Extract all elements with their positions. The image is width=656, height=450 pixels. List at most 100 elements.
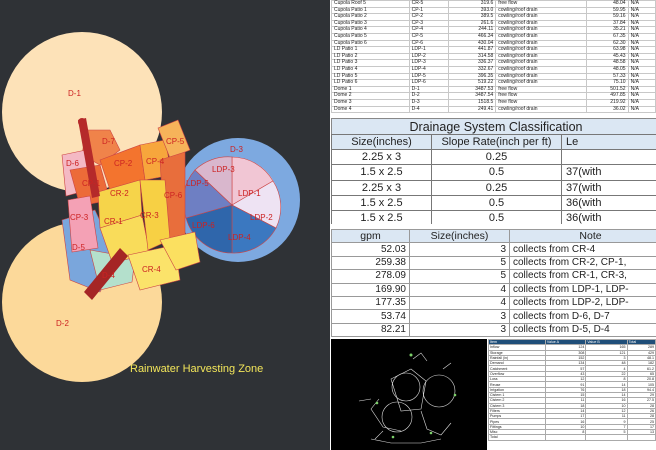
table-cell[interactable]: 278.09: [331, 269, 410, 284]
table-row: LD Patio 4 LDP-4 332.67 cowling/roof drain 4…: [331, 65, 656, 74]
label-d7: D-7: [102, 137, 115, 146]
label-cp3: CP-3: [70, 213, 89, 222]
label-d2: D-2: [56, 319, 69, 328]
table-row: 1.5 x 2.5 0.5 36(with: [331, 194, 656, 211]
zone-map-panel: D-1 D-2 D-3 D-4 D-5 D-6 D-7 CP-1 CP-2 CP…: [0, 0, 330, 450]
table-cell[interactable]: collects from LDP-1, LDP-: [509, 282, 656, 297]
label-cp2: CP-2: [114, 159, 133, 168]
table-cell[interactable]: collects from LDP-2, LDP-: [509, 295, 656, 311]
table-cell[interactable]: collects from CR-4: [509, 242, 656, 257]
table-row: 2.25 x 3 0.25: [331, 149, 656, 166]
table-cell[interactable]: 4: [409, 282, 510, 297]
label-cp4: CP-4: [146, 157, 165, 166]
table-cell[interactable]: 52.03: [331, 242, 410, 257]
label-cp1: CP-1: [82, 179, 101, 188]
table-cell[interactable]: 0.25: [431, 149, 562, 166]
label-ldp2: LDP-2: [250, 213, 273, 222]
table-cell[interactable]: 2.25 x 3: [331, 149, 432, 166]
table-cell[interactable]: 82.21: [331, 322, 410, 337]
table-cell[interactable]: 2.25 x 3: [331, 179, 432, 196]
table-cell[interactable]: 37(with: [561, 164, 656, 181]
table-cell[interactable]: 0.25: [431, 179, 562, 196]
table-cell[interactable]: 5: [409, 255, 510, 271]
table-cell[interactable]: 36.02: [585, 105, 629, 114]
label-d6: D-6: [66, 159, 79, 168]
table-cell[interactable]: 36(with: [561, 194, 656, 211]
table-cell[interactable]: [544, 434, 587, 441]
table-cell[interactable]: 53.74: [331, 309, 410, 324]
table-cell[interactable]: 37(with: [561, 179, 656, 196]
table-cell[interactable]: N/A: [627, 98, 656, 107]
table-cell[interactable]: 1.5 x 2.5: [331, 164, 432, 181]
table-row: 259.38 5 collects from CR-2, CP-1,: [331, 255, 656, 271]
header-length[interactable]: Le: [561, 133, 656, 151]
table-cell[interactable]: 1.5 x 2.5: [331, 194, 432, 211]
table-cell[interactable]: collects from CR-1, CR-3,: [509, 269, 656, 284]
table-cell[interactable]: 0.5: [431, 209, 562, 224]
header-size[interactable]: Size(inches): [331, 133, 432, 151]
table-row: LD Patio 5 LDP-5 396.35 cowling/roof drain 5…: [331, 72, 656, 81]
table-cell[interactable]: 1518.5: [447, 98, 497, 107]
table-row: Cupola Patio 3 CP-3 261.6 cowling/roof drai…: [331, 19, 656, 28]
label-d1: D-1: [68, 89, 81, 98]
table-header-row: Size(inches) Slope Rate(inch per ft) Le: [331, 133, 656, 151]
table-row: Total: [488, 434, 656, 441]
table-cell[interactable]: 219.92: [585, 98, 629, 107]
table-header-row: gpm Size(inches) Note: [331, 229, 656, 244]
map-title: Rainwater Harvesting Zone: [130, 363, 263, 375]
table-cell[interactable]: [561, 149, 656, 166]
table-cell[interactable]: 3: [409, 322, 510, 337]
table-row: Cupola Patio 1 CP-1 393.0 cowling/roof drai…: [331, 6, 656, 15]
table-cell[interactable]: 249.41: [447, 105, 497, 114]
table-cell[interactable]: cowling/roof drain: [495, 105, 587, 114]
table-cell[interactable]: Total: [488, 434, 546, 441]
label-cr3: CR-3: [140, 211, 159, 220]
label-cr4: CR-4: [142, 265, 161, 274]
table-cell[interactable]: [626, 434, 656, 441]
table-cell[interactable]: 4: [409, 295, 510, 311]
header-note[interactable]: Note: [509, 229, 656, 244]
table-cell[interactable]: collects from D-6, D-7: [509, 309, 656, 324]
table-cell[interactable]: collects from D-5, D-4: [509, 322, 656, 337]
table-row: LD Patio 3 LDP-3 336.37 cowling/roof drain 4…: [331, 59, 656, 67]
table-row: LD Patio 2 LDP-2 314.58 cowling/roof drain 4…: [331, 52, 656, 61]
table-cell[interactable]: N/A: [627, 105, 656, 114]
label-ldp6: LDP-6: [192, 221, 215, 230]
table-row: 52.03 3 collects from CR-4: [331, 242, 656, 257]
table-row: Cupola Patio 2 CP-2 389.5 cowling/roof drai…: [331, 13, 656, 21]
table-cell[interactable]: 0.5: [431, 164, 562, 181]
table-cell[interactable]: 36(with: [561, 209, 656, 224]
table-cell[interactable]: free flow: [495, 98, 587, 107]
header-size[interactable]: Size(inches): [409, 229, 510, 244]
table-cell[interactable]: 259.38: [331, 255, 410, 271]
table-cell[interactable]: [585, 434, 628, 441]
downspout-cap: [78, 118, 86, 126]
table-cell[interactable]: 177.35: [331, 295, 410, 311]
table-cell[interactable]: 0.5: [431, 194, 562, 211]
header-gpm[interactable]: gpm: [331, 229, 410, 244]
header-slope[interactable]: Slope Rate(inch per ft): [431, 133, 562, 151]
label-ldp4: LDP-4: [228, 233, 251, 242]
table-row: 1.5 x 2.5 0.5 37(with: [331, 164, 656, 181]
table-cell[interactable]: D-4: [408, 105, 449, 114]
table-row: Cupola Roof 5 CR-5 319.6 free flow 48.04 N/A: [331, 0, 656, 8]
table-cell[interactable]: 5: [409, 269, 510, 284]
label-cr2: CR-2: [110, 189, 129, 198]
label-ldp5: LDP-5: [186, 179, 209, 188]
table-row: 2.25 x 3 0.25 37(with: [331, 179, 656, 196]
summary-sheet: Item Value A Value B Total Inflow 124 165 2…: [488, 339, 656, 450]
table-row: 169.90 4 collects from LDP-1, LDP-: [331, 282, 656, 297]
table-cell[interactable]: 1.5 x 2.5: [331, 209, 432, 224]
label-cr1: CR-1: [104, 217, 123, 226]
table-cell[interactable]: 3: [409, 309, 510, 324]
catchment-table: Cupola Roof 5 CR-5 319.6 free flow 48.04 N/A C…: [331, 0, 656, 114]
table-row: 177.35 4 collects from LDP-2, LDP-: [331, 295, 656, 311]
table-cell[interactable]: Dome 3: [331, 98, 410, 107]
table-row: 1.5 x 2.5 0.5 36(with: [331, 209, 656, 224]
label-cp6: CP-6: [164, 191, 183, 200]
table-cell[interactable]: D-3: [408, 98, 449, 107]
table-cell[interactable]: 3: [409, 242, 510, 257]
table-cell[interactable]: Dome 4: [331, 105, 410, 114]
table-cell[interactable]: 169.90: [331, 282, 410, 297]
table-cell[interactable]: collects from CR-2, CP-1,: [509, 255, 656, 271]
